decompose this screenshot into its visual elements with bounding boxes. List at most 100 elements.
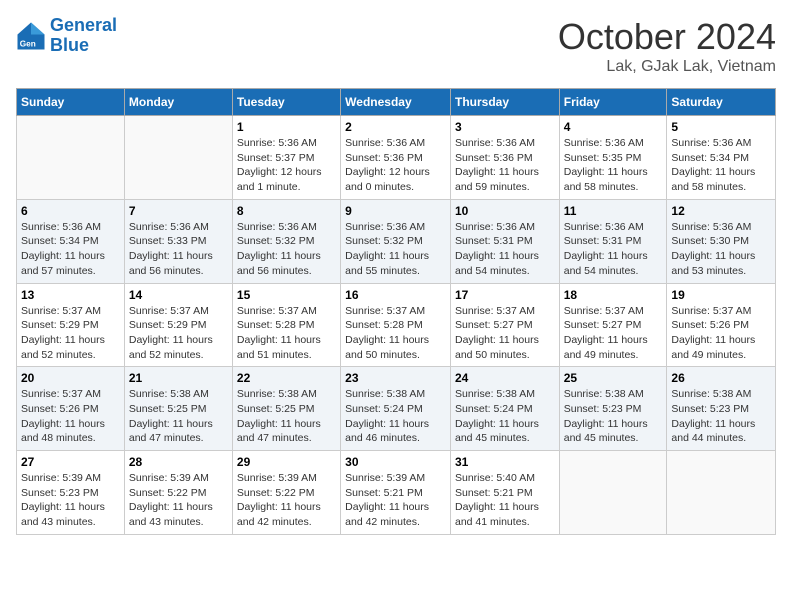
logo-line2: Blue <box>50 36 117 56</box>
calendar-cell: 30Sunrise: 5:39 AMSunset: 5:21 PMDayligh… <box>341 451 451 535</box>
day-detail: Sunset: 5:24 PM <box>455 402 555 417</box>
day-number: 1 <box>237 120 336 134</box>
day-detail: Sunset: 5:22 PM <box>129 486 228 501</box>
day-detail: Sunset: 5:24 PM <box>345 402 446 417</box>
day-detail: Sunrise: 5:37 AM <box>129 304 228 319</box>
day-detail: Sunset: 5:28 PM <box>345 318 446 333</box>
day-detail: Sunset: 5:29 PM <box>129 318 228 333</box>
day-detail: Sunrise: 5:39 AM <box>345 471 446 486</box>
day-number: 2 <box>345 120 446 134</box>
day-number: 4 <box>564 120 663 134</box>
day-detail: Daylight: 11 hours and 43 minutes. <box>21 500 120 529</box>
day-detail: Sunset: 5:36 PM <box>345 151 446 166</box>
day-detail: Sunrise: 5:36 AM <box>237 136 336 151</box>
day-number: 22 <box>237 371 336 385</box>
day-detail: Daylight: 11 hours and 48 minutes. <box>21 417 120 446</box>
weekday-header-row: SundayMondayTuesdayWednesdayThursdayFrid… <box>17 89 776 116</box>
calendar-cell: 12Sunrise: 5:36 AMSunset: 5:30 PMDayligh… <box>667 199 776 283</box>
day-number: 11 <box>564 204 663 218</box>
calendar-cell <box>667 451 776 535</box>
day-number: 19 <box>671 288 771 302</box>
day-detail: Daylight: 11 hours and 45 minutes. <box>564 417 663 446</box>
day-number: 9 <box>345 204 446 218</box>
day-detail: Daylight: 11 hours and 47 minutes. <box>129 417 228 446</box>
day-number: 23 <box>345 371 446 385</box>
weekday-header-friday: Friday <box>559 89 667 116</box>
day-detail: Daylight: 11 hours and 45 minutes. <box>455 417 555 446</box>
day-detail: Daylight: 11 hours and 41 minutes. <box>455 500 555 529</box>
day-detail: Daylight: 11 hours and 50 minutes. <box>345 333 446 362</box>
calendar-cell: 22Sunrise: 5:38 AMSunset: 5:25 PMDayligh… <box>232 367 340 451</box>
weekday-header-monday: Monday <box>124 89 232 116</box>
day-detail: Sunset: 5:23 PM <box>564 402 663 417</box>
day-number: 17 <box>455 288 555 302</box>
logo-icon: Gen <box>16 21 46 51</box>
day-number: 24 <box>455 371 555 385</box>
day-number: 31 <box>455 455 555 469</box>
calendar-cell: 13Sunrise: 5:37 AMSunset: 5:29 PMDayligh… <box>17 283 125 367</box>
calendar-cell: 29Sunrise: 5:39 AMSunset: 5:22 PMDayligh… <box>232 451 340 535</box>
day-detail: Sunset: 5:21 PM <box>455 486 555 501</box>
calendar-cell: 9Sunrise: 5:36 AMSunset: 5:32 PMDaylight… <box>341 199 451 283</box>
day-detail: Sunrise: 5:39 AM <box>237 471 336 486</box>
calendar-cell: 16Sunrise: 5:37 AMSunset: 5:28 PMDayligh… <box>341 283 451 367</box>
calendar-cell <box>559 451 667 535</box>
calendar-cell: 1 Sunrise: 5:36 AMSunset: 5:37 PMDaylight… <box>232 116 340 200</box>
day-detail: Daylight: 11 hours and 57 minutes. <box>21 249 120 278</box>
day-detail: Sunrise: 5:36 AM <box>345 220 446 235</box>
day-detail: Daylight: 11 hours and 42 minutes. <box>237 500 336 529</box>
day-detail: Sunrise: 5:39 AM <box>21 471 120 486</box>
day-number: 12 <box>671 204 771 218</box>
calendar-cell: 17Sunrise: 5:37 AMSunset: 5:27 PMDayligh… <box>450 283 559 367</box>
calendar-week-2: 6Sunrise: 5:36 AMSunset: 5:34 PMDaylight… <box>17 199 776 283</box>
day-detail: Sunset: 5:25 PM <box>237 402 336 417</box>
weekday-header-saturday: Saturday <box>667 89 776 116</box>
day-number: 27 <box>21 455 120 469</box>
page-header: Gen General Blue October 2024 Lak, GJak … <box>16 16 776 76</box>
calendar-cell: 4Sunrise: 5:36 AMSunset: 5:35 PMDaylight… <box>559 116 667 200</box>
day-number: 14 <box>129 288 228 302</box>
calendar-cell: 18Sunrise: 5:37 AMSunset: 5:27 PMDayligh… <box>559 283 667 367</box>
day-number: 15 <box>237 288 336 302</box>
logo-text: General Blue <box>50 16 117 56</box>
day-number: 21 <box>129 371 228 385</box>
day-detail: Sunset: 5:33 PM <box>129 234 228 249</box>
day-detail: Sunset: 5:31 PM <box>455 234 555 249</box>
day-detail: Sunrise: 5:37 AM <box>21 304 120 319</box>
weekday-header-thursday: Thursday <box>450 89 559 116</box>
calendar-week-3: 13Sunrise: 5:37 AMSunset: 5:29 PMDayligh… <box>17 283 776 367</box>
day-detail: Sunrise: 5:36 AM <box>21 220 120 235</box>
day-detail: Sunrise: 5:38 AM <box>455 387 555 402</box>
month-title: October 2024 <box>558 16 776 58</box>
day-detail: Daylight: 11 hours and 55 minutes. <box>345 249 446 278</box>
day-detail: Sunset: 5:21 PM <box>345 486 446 501</box>
day-number: 18 <box>564 288 663 302</box>
day-detail: Daylight: 12 hours and 1 minute. <box>237 165 336 194</box>
calendar-cell <box>17 116 125 200</box>
day-detail: Sunset: 5:23 PM <box>671 402 771 417</box>
day-detail: Sunset: 5:37 PM <box>237 151 336 166</box>
calendar-cell: 6Sunrise: 5:36 AMSunset: 5:34 PMDaylight… <box>17 199 125 283</box>
day-detail: Sunrise: 5:36 AM <box>345 136 446 151</box>
calendar-cell <box>124 116 232 200</box>
day-detail: Daylight: 11 hours and 49 minutes. <box>564 333 663 362</box>
calendar-cell: 27Sunrise: 5:39 AMSunset: 5:23 PMDayligh… <box>17 451 125 535</box>
weekday-header-sunday: Sunday <box>17 89 125 116</box>
calendar-cell: 28Sunrise: 5:39 AMSunset: 5:22 PMDayligh… <box>124 451 232 535</box>
day-detail: Daylight: 11 hours and 58 minutes. <box>564 165 663 194</box>
day-detail: Sunset: 5:26 PM <box>21 402 120 417</box>
day-detail: Sunrise: 5:38 AM <box>564 387 663 402</box>
location-subtitle: Lak, GJak Lak, Vietnam <box>558 58 776 76</box>
calendar-cell: 2Sunrise: 5:36 AMSunset: 5:36 PMDaylight… <box>341 116 451 200</box>
day-detail: Sunrise: 5:39 AM <box>129 471 228 486</box>
day-number: 16 <box>345 288 446 302</box>
calendar-cell: 21Sunrise: 5:38 AMSunset: 5:25 PMDayligh… <box>124 367 232 451</box>
day-detail: Daylight: 11 hours and 50 minutes. <box>455 333 555 362</box>
logo: Gen General Blue <box>16 16 117 56</box>
calendar-cell: 31Sunrise: 5:40 AMSunset: 5:21 PMDayligh… <box>450 451 559 535</box>
calendar-cell: 26Sunrise: 5:38 AMSunset: 5:23 PMDayligh… <box>667 367 776 451</box>
calendar-header: SundayMondayTuesdayWednesdayThursdayFrid… <box>17 89 776 116</box>
day-detail: Sunrise: 5:36 AM <box>129 220 228 235</box>
calendar-cell: 14Sunrise: 5:37 AMSunset: 5:29 PMDayligh… <box>124 283 232 367</box>
day-detail: Sunset: 5:25 PM <box>129 402 228 417</box>
